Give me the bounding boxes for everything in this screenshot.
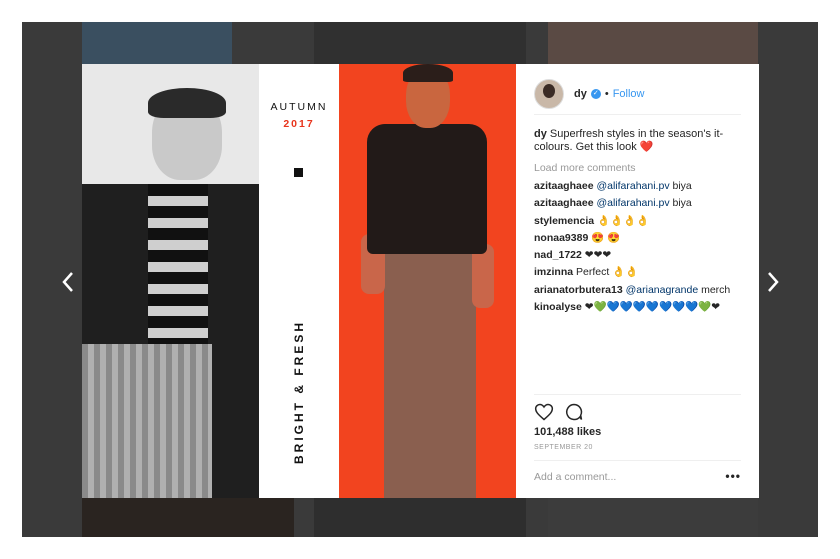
verified-icon: ✓ xyxy=(590,89,601,99)
comment-text: ❤💚💙💙💙💙💙💙💙💚❤ xyxy=(584,301,721,314)
username[interactable]: dy xyxy=(574,88,587,100)
background-thumbnail xyxy=(314,22,526,64)
comment-mention-link[interactable]: @arianagrande xyxy=(626,284,699,296)
square-mark xyxy=(294,168,303,177)
comment-list: azitaaghaee @alifarahani.pv biya azitaagh… xyxy=(534,178,746,316)
chevron-right-icon xyxy=(768,272,779,292)
post-caption: dy Superfresh styles in the season's it-… xyxy=(534,128,739,154)
comment-text: Perfect 👌👌 xyxy=(576,266,639,279)
heart-icon[interactable] xyxy=(534,402,554,422)
comment-text: 👌👌👌👌 xyxy=(597,214,650,227)
chevron-left-icon xyxy=(62,272,73,292)
post-header: dy ✓ • Follow xyxy=(534,74,741,115)
next-post-button[interactable] xyxy=(761,268,785,296)
comment-username[interactable]: azitaaghaee xyxy=(534,197,594,209)
red-model-photo xyxy=(339,64,516,498)
comment-icon[interactable] xyxy=(564,402,584,422)
more-options-button[interactable]: ••• xyxy=(725,469,741,483)
comment-username[interactable]: stylemencia xyxy=(534,215,594,227)
avatar[interactable] xyxy=(534,79,564,109)
comment-mention-link[interactable]: @alifarahani.pv xyxy=(596,197,669,209)
comment-text: biya xyxy=(669,197,692,210)
comment-row: nad_1722 ❤❤❤ xyxy=(534,247,746,264)
caption-text: Superfresh styles in the season's it-col… xyxy=(534,128,724,153)
comment-username[interactable]: nonaa9389 xyxy=(534,232,588,244)
comment-row: kinoalyse ❤💚💙💙💙💙💙💙💙💚❤ xyxy=(534,299,746,316)
load-more-comments-link[interactable]: Load more comments xyxy=(534,162,636,174)
follow-button[interactable]: Follow xyxy=(613,88,645,100)
comment-row: azitaaghaee @alifarahani.pv biya xyxy=(534,195,746,212)
comment-row: imzinna Perfect 👌👌 xyxy=(534,264,746,281)
post-modal: AUTUMN 2017 BRIGHT & FRESH dy ✓ • Follow… xyxy=(82,64,759,498)
post-sidebar: dy ✓ • Follow dy Superfresh styles in th… xyxy=(516,64,759,498)
comment-username[interactable]: arianatorbutera13 xyxy=(534,284,623,296)
background-thumbnail xyxy=(548,497,758,537)
comment-username[interactable]: nad_1722 xyxy=(534,249,582,261)
tagline-label: BRIGHT & FRESH xyxy=(292,320,306,464)
comment-text: 😍 😍 xyxy=(591,231,621,244)
comment-text: ❤❤❤ xyxy=(584,249,612,262)
comment-username[interactable]: imzinna xyxy=(534,266,573,278)
add-comment-input[interactable] xyxy=(534,467,704,487)
image-text-column: AUTUMN 2017 BRIGHT & FRESH xyxy=(259,64,339,498)
comment-row: stylemencia 👌👌👌👌 xyxy=(534,213,746,230)
like-count[interactable]: 101,488 likes xyxy=(534,426,601,438)
post-image[interactable]: AUTUMN 2017 BRIGHT & FRESH xyxy=(82,64,516,498)
background-thumbnail xyxy=(548,22,758,64)
comment-username[interactable]: kinoalyse xyxy=(534,301,582,313)
post-date: SEPTEMBER 20 xyxy=(534,444,593,451)
separator-dot: • xyxy=(604,88,609,100)
comment-username[interactable]: azitaaghaee xyxy=(534,180,594,192)
action-bar xyxy=(534,402,584,422)
comment-row: arianatorbutera13 @arianagrande merch xyxy=(534,282,746,299)
comment-text: merch xyxy=(698,283,731,296)
divider xyxy=(534,460,741,461)
season-label: AUTUMN xyxy=(270,101,328,113)
background-thumbnail xyxy=(314,497,526,537)
comment-row: azitaaghaee @alifarahani.pv biya xyxy=(534,178,746,195)
caption-username[interactable]: dy xyxy=(534,128,547,140)
divider xyxy=(534,394,741,395)
year-label: 2017 xyxy=(283,118,315,130)
bw-model-photo xyxy=(82,64,259,498)
background-thumbnail xyxy=(82,22,232,64)
comment-text: biya xyxy=(669,180,692,192)
comment-mention-link[interactable]: @alifarahani.pv xyxy=(596,180,669,192)
previous-post-button[interactable] xyxy=(56,268,80,296)
background-thumbnail xyxy=(82,497,294,537)
comment-row: nonaa9389 😍 😍 xyxy=(534,230,746,247)
